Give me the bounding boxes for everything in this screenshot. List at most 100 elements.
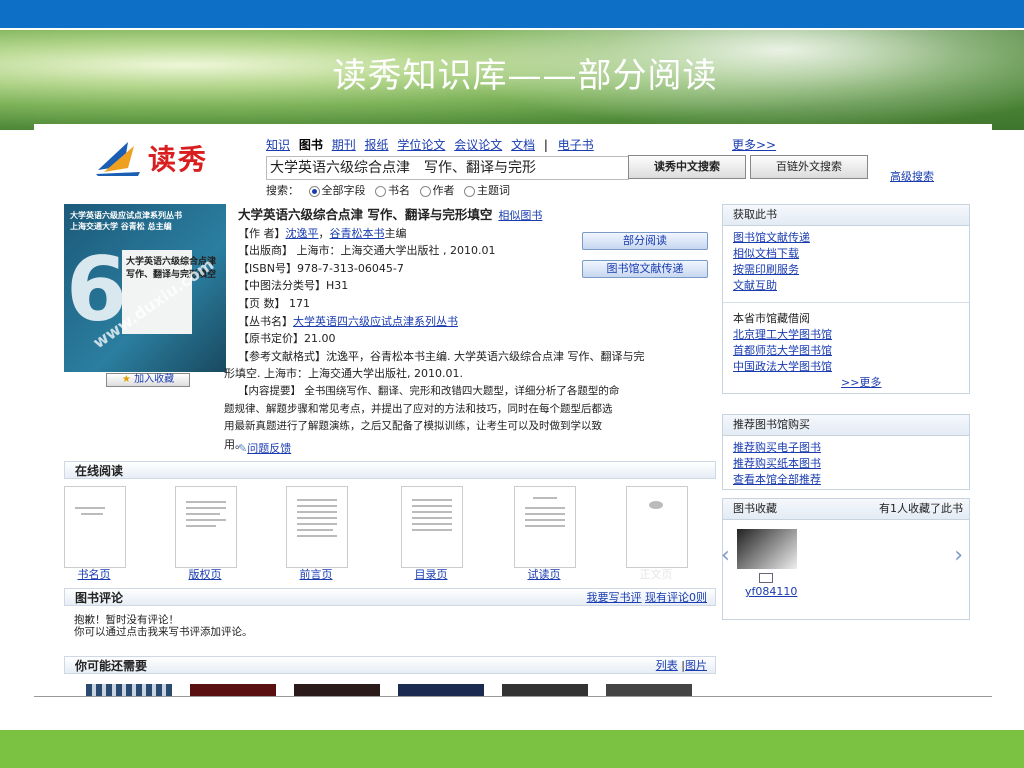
slide-divider-line — [34, 696, 992, 697]
book-favorites-title: 图书收藏 — [733, 502, 777, 515]
user-avatar[interactable] — [737, 529, 797, 569]
book-series: 【丛书名】大学英语四六级应试点津系列丛书 — [238, 313, 716, 331]
review-message-1: 抱歉！暂时没有评论！ — [74, 614, 179, 626]
author-link-2[interactable]: 谷青松本书 — [330, 227, 385, 240]
advanced-search-link[interactable]: 高级搜索 — [890, 168, 934, 184]
duxiu-logo[interactable]: 读秀 — [94, 136, 234, 180]
search-input[interactable]: 大学英语六级综合点津 写作、翻译与完形 — [266, 156, 629, 180]
thumb-copyright-page[interactable] — [175, 486, 237, 568]
picture-view-link[interactable]: 图片 — [685, 659, 707, 672]
partial-read-button[interactable]: 部分阅读 — [582, 232, 708, 250]
get-link-delivery[interactable]: 图书馆文献传递 — [733, 230, 959, 246]
duxiu-chinese-search-button[interactable]: 读秀中文搜索 — [628, 155, 746, 179]
radio-title-label: 书名 — [388, 184, 410, 197]
author-label: 【作 者】 — [238, 226, 286, 240]
library-link-cnu[interactable]: 首都师范大学图书馆 — [733, 343, 959, 359]
book-title: 大学英语六级综合点津 写作、翻译与完形填空 — [238, 207, 493, 222]
recommend-ebook-link[interactable]: 推荐购买电子图书 — [733, 440, 959, 456]
review-empty-message: 抱歉！暂时没有评论！ 你可以通过点击我来写书评添加评论。 — [74, 614, 253, 638]
slide-title: 读秀知识库——部分阅读 — [332, 56, 718, 96]
author-suffix: 主编 — [384, 226, 407, 240]
you-may-need-title: 你可能还需要 — [75, 659, 148, 673]
thumb-trial-page[interactable] — [514, 486, 576, 568]
list-view-link[interactable]: 列表 — [656, 659, 678, 672]
library-link-cupl[interactable]: 中国政法大学图书馆 — [733, 359, 959, 375]
get-link-print-on-demand[interactable]: 按需印刷服务 — [733, 262, 959, 278]
get-link-doc-mutual-aid[interactable]: 文献互助 — [733, 278, 959, 294]
series-link[interactable]: 大学英语四六级应试点津系列丛书 — [293, 315, 458, 328]
nav-ebooks[interactable]: 电子书 — [558, 138, 594, 152]
category-nav: 知识 图书 期刊 报纸 学位论文 会议论文 文档 | 电子书 — [266, 136, 599, 153]
nav-books[interactable]: 图书 — [299, 138, 323, 152]
review-message-2: 你可以通过点击我来写书评添加评论。 — [74, 626, 253, 638]
recommend-purchase-title: 推荐图书馆购买 — [723, 415, 969, 436]
library-link-bit[interactable]: 北京理工大学图书馆 — [733, 327, 959, 343]
label-copyright-page[interactable]: 版权页 — [165, 566, 245, 582]
related-book-cover-1[interactable] — [86, 684, 172, 696]
add-to-favorites-button[interactable]: ★ 加入收藏 — [106, 373, 190, 387]
book-reference-1: 【参考文献格式】沈逸平，谷青松本书主编. 大学英语六级综合点津 写作、翻译与完 — [238, 348, 716, 366]
related-book-cover-2[interactable] — [190, 684, 276, 696]
chevron-left-icon[interactable]: ‹ — [721, 543, 730, 568]
related-book-cover-6[interactable] — [606, 684, 692, 696]
book-summary-1: 【内容提要】 全书围绕写作、翻译、完形和改错四大题型，详细分析了各题型的命 — [238, 384, 620, 397]
thumb-body-page[interactable] — [626, 486, 688, 568]
book-reference-2: 形填空. 上海市：上海交通大学出版社, 2010.01. — [224, 367, 463, 381]
series-label: 【丛书名】 — [238, 314, 293, 328]
nav-more-link[interactable]: 更多>> — [732, 136, 776, 153]
nav-separator: | — [543, 138, 548, 152]
feedback-link[interactable]: 问题反馈 — [247, 442, 291, 455]
favorite-user-link[interactable]: yf084110 — [745, 585, 797, 598]
related-book-cover-3[interactable] — [294, 684, 380, 696]
thumb-title-page[interactable] — [64, 486, 126, 568]
nav-conference[interactable]: 会议论文 — [454, 138, 502, 152]
view-all-recommendations-link[interactable]: 查看本馆全部推荐 — [733, 472, 959, 488]
related-book-cover-5[interactable] — [502, 684, 588, 696]
online-reading-header: 在线阅读 — [64, 461, 716, 479]
radio-title[interactable] — [375, 185, 386, 197]
nav-newspapers[interactable]: 报纸 — [365, 138, 389, 152]
recommend-purchase-panel: 推荐图书馆购买 推荐购买电子图书 推荐购买纸本图书 查看本馆全部推荐 — [722, 414, 970, 490]
radio-subject-label: 主题词 — [477, 184, 510, 197]
thumb-toc-page[interactable] — [401, 486, 463, 568]
you-may-need-header: 你可能还需要 列表 |图片 — [64, 656, 716, 674]
related-book-cover-4[interactable] — [398, 684, 484, 696]
feedback[interactable]: ✎问题反馈 — [238, 440, 291, 456]
duxiu-screenshot: 读秀 知识 图书 期刊 报纸 学位论文 会议论文 文档 | 电子书 更多>> 大… — [34, 124, 992, 696]
book-summary-4: 用。 — [224, 437, 246, 451]
libraries-more-link[interactable]: >>更多 — [841, 375, 959, 391]
radio-subject[interactable] — [464, 185, 475, 197]
chevron-right-icon[interactable]: › — [954, 543, 963, 568]
label-trial-page[interactable]: 试读页 — [504, 566, 584, 582]
nav-knowledge[interactable]: 知识 — [266, 138, 290, 152]
author-separator: ， — [318, 226, 330, 240]
book-review-title: 图书评论 — [75, 591, 124, 605]
favorites-count: 有1人收藏了此书 — [879, 502, 963, 515]
review-count-link[interactable]: 现有评论0则 — [645, 591, 707, 604]
logo-sail-icon — [96, 142, 140, 176]
radio-all-fields[interactable] — [308, 185, 320, 197]
radio-author[interactable] — [419, 185, 431, 197]
mail-icon[interactable] — [759, 573, 773, 583]
label-body-page[interactable]: 正文页 — [616, 566, 696, 582]
book-favorites-panel: 图书收藏 有1人收藏了此书 ‹ › yf084110 — [721, 498, 970, 620]
nav-theses[interactable]: 学位论文 — [397, 138, 445, 152]
library-delivery-button[interactable]: 图书馆文献传递 — [582, 260, 708, 278]
author-link-1[interactable]: 沈逸平 — [286, 227, 319, 240]
get-link-similar-docs[interactable]: 相似文档下载 — [733, 246, 959, 262]
nav-documents[interactable]: 文档 — [511, 138, 535, 152]
write-review-link[interactable]: 我要写书评 — [587, 591, 642, 604]
get-this-book-title: 获取此书 — [723, 205, 969, 226]
thumb-preface-page[interactable] — [286, 486, 348, 568]
logo-text: 读秀 — [148, 143, 209, 176]
nav-journals[interactable]: 期刊 — [332, 138, 356, 152]
similar-books-link[interactable]: 相似图书 — [498, 209, 542, 222]
book-favorites-header: 图书收藏 有1人收藏了此书 — [723, 499, 969, 520]
label-preface-page[interactable]: 前言页 — [276, 566, 356, 582]
label-toc-page[interactable]: 目录页 — [391, 566, 471, 582]
book-summary-2: 题规律、解题步骤和常见考点，并提出了应对的方法和技巧，同时在每个题型后都选 — [224, 402, 613, 415]
recommend-paper-link[interactable]: 推荐购买纸本图书 — [733, 456, 959, 472]
foreign-search-button[interactable]: 百链外文搜索 — [750, 155, 868, 179]
book-cover[interactable]: 大学英语六级应试点津系列丛书 上海交通大学 谷青松 总主编 6 大学英语六级综合… — [64, 204, 226, 372]
label-title-page[interactable]: 书名页 — [54, 566, 134, 582]
